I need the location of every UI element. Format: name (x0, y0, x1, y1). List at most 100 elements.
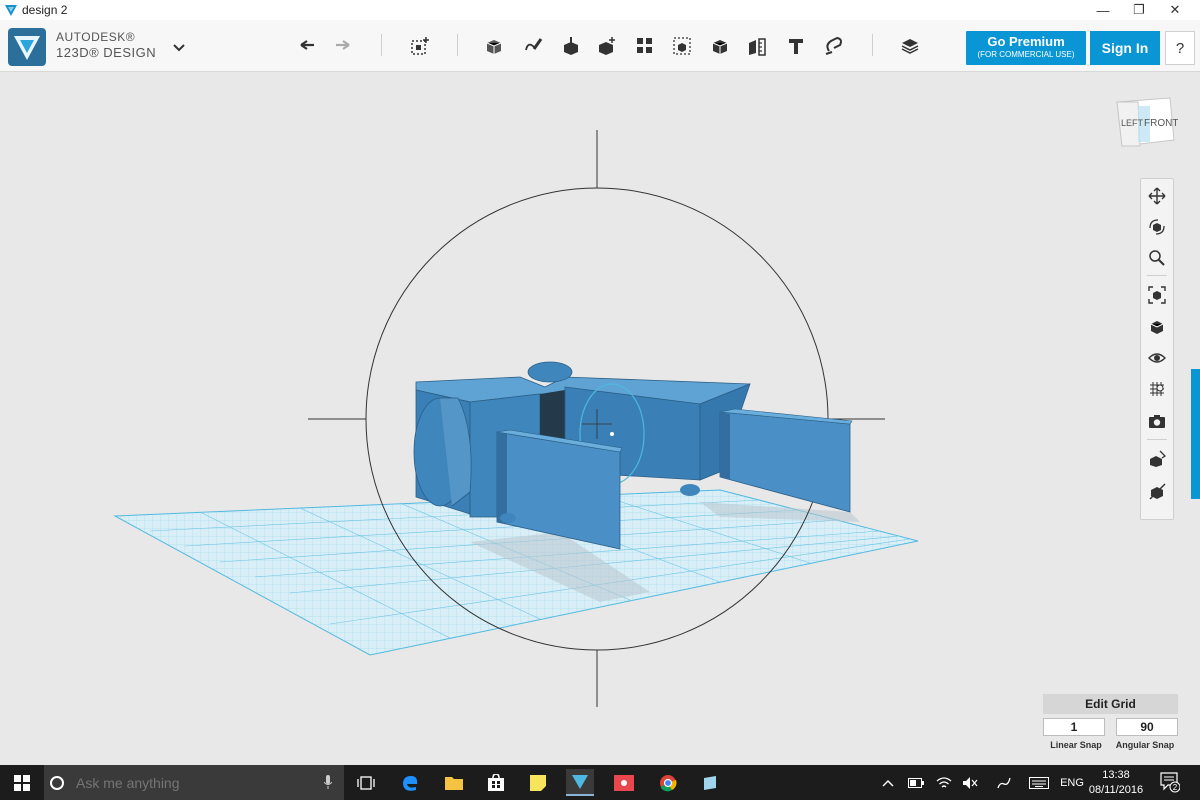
visibility-button[interactable] (1145, 346, 1169, 370)
search-input[interactable] (74, 773, 308, 792)
edit-grid-button[interactable]: Edit Grid (1043, 694, 1178, 714)
transform-icon (411, 37, 429, 55)
construct-icon (564, 37, 578, 55)
battery-button[interactable] (906, 765, 926, 800)
sketch-button[interactable] (519, 32, 547, 60)
pen-button[interactable] (994, 765, 1014, 800)
show-hidden-icons-button[interactable] (880, 765, 896, 800)
go-premium-button[interactable]: Go Premium (FOR COMMERCIAL USE) (966, 31, 1086, 65)
chevron-up-icon (882, 779, 894, 786)
combine-button[interactable] (706, 32, 734, 60)
linear-snap-input[interactable] (1043, 718, 1105, 736)
go-premium-label: Go Premium (987, 34, 1065, 49)
maximize-button[interactable]: ❐ (1121, 0, 1157, 20)
cortana-icon (50, 775, 64, 790)
orbit-button[interactable] (1145, 215, 1169, 239)
nav-separator (1147, 439, 1167, 440)
snap-button[interactable] (820, 32, 848, 60)
wifi-button[interactable] (934, 765, 954, 800)
clock[interactable]: 13:38 08/11/2016 (1088, 768, 1144, 798)
store-button[interactable] (482, 769, 510, 796)
action-center-button[interactable]: 2 (1160, 771, 1181, 793)
123d-design-icon (572, 774, 588, 789)
store-icon (488, 773, 504, 791)
hide-button[interactable] (1145, 479, 1169, 503)
undo-button[interactable] (293, 32, 321, 60)
sticky-notes-icon (530, 774, 546, 791)
123d-design-taskbar-button[interactable] (566, 769, 594, 796)
angular-snap-input[interactable] (1116, 718, 1178, 736)
view-cube[interactable]: LEFT FRONT (1112, 96, 1178, 158)
materials-button[interactable] (896, 32, 924, 60)
zoom-icon (1149, 250, 1165, 266)
windows-logo-icon (14, 774, 30, 791)
app-taskbar-button[interactable] (696, 769, 724, 796)
help-button[interactable]: ? (1165, 31, 1195, 65)
fit-button[interactable] (1145, 283, 1169, 307)
chevron-down-icon[interactable] (172, 40, 186, 54)
primitives-icon (486, 40, 502, 54)
edge-icon (403, 775, 418, 791)
brand-line1: AUTODESK® (56, 30, 136, 44)
file-explorer-button[interactable] (440, 769, 468, 796)
measure-icon (749, 38, 766, 56)
pan-button[interactable] (1145, 184, 1169, 208)
modify-icon (599, 37, 615, 55)
angular-snap-label: Angular Snap (1115, 740, 1175, 750)
start-button[interactable] (0, 765, 44, 800)
minimize-button[interactable]: — (1085, 0, 1121, 20)
toolbar-separator (872, 34, 873, 56)
volume-button[interactable] (960, 765, 980, 800)
viewcube-left-label[interactable]: LEFT (1121, 118, 1144, 128)
material-button[interactable] (1145, 447, 1169, 471)
measure-button[interactable] (743, 32, 771, 60)
close-button[interactable]: ✕ (1157, 0, 1193, 20)
pen-icon (997, 777, 1011, 788)
primitives-button[interactable] (480, 32, 508, 60)
pattern-icon (637, 38, 652, 53)
viewcube-front-label[interactable]: FRONT (1144, 118, 1178, 129)
notification-count: 2 (1173, 783, 1178, 792)
materials-icon (901, 39, 919, 54)
chrome-icon (660, 774, 677, 791)
task-view-button[interactable] (352, 769, 380, 796)
linear-snap-label: Linear Snap (1050, 740, 1102, 750)
brand-line2: 123D® DESIGN (56, 45, 157, 60)
title-bar: design 2 — ❐ ✕ (0, 0, 1200, 20)
microphone-icon[interactable] (324, 775, 332, 789)
app-icon (704, 775, 716, 790)
redo-button[interactable] (329, 32, 357, 60)
snapshot-button[interactable] (1145, 409, 1169, 433)
sticky-notes-button[interactable] (524, 769, 552, 796)
pattern-button[interactable] (631, 32, 659, 60)
3d-viewport[interactable]: LEFT FRONT Edit Grid 1 90 Linear Snap An… (0, 72, 1200, 765)
app-logo-icon (5, 5, 17, 16)
sketch-icon (525, 38, 543, 51)
material-icon (1150, 450, 1166, 467)
recorder-button[interactable] (610, 769, 638, 796)
sign-in-button[interactable]: Sign In (1090, 31, 1160, 65)
modify-button[interactable] (593, 32, 621, 60)
transform-button[interactable] (406, 32, 434, 60)
brand-logo-icon[interactable] (8, 28, 46, 66)
touch-keyboard-button[interactable] (1028, 765, 1050, 800)
recorder-icon (614, 774, 634, 791)
cortana-search[interactable] (44, 765, 344, 800)
toolbar-separator (381, 34, 382, 56)
chrome-button[interactable] (654, 769, 682, 796)
scene-canvas[interactable] (0, 72, 1200, 765)
edge-taskbar-button[interactable] (396, 769, 424, 796)
view-mode-button[interactable] (1145, 315, 1169, 339)
toolbar-separator (457, 34, 458, 56)
pan-icon (1148, 187, 1166, 205)
view-mode-icon (1150, 321, 1164, 334)
zoom-button[interactable] (1145, 246, 1169, 270)
language-indicator[interactable]: ENG (1058, 765, 1086, 800)
construct-button[interactable] (557, 32, 585, 60)
text-button[interactable] (782, 32, 810, 60)
edit-grid-panel: Edit Grid Linear Snap Angular Snap (1043, 694, 1178, 750)
grid-visibility-button[interactable] (1145, 377, 1169, 401)
side-panel-tab[interactable] (1191, 369, 1200, 499)
brand-name[interactable]: AUTODESK® 123D® DESIGN (56, 30, 156, 60)
group-button[interactable] (668, 32, 696, 60)
